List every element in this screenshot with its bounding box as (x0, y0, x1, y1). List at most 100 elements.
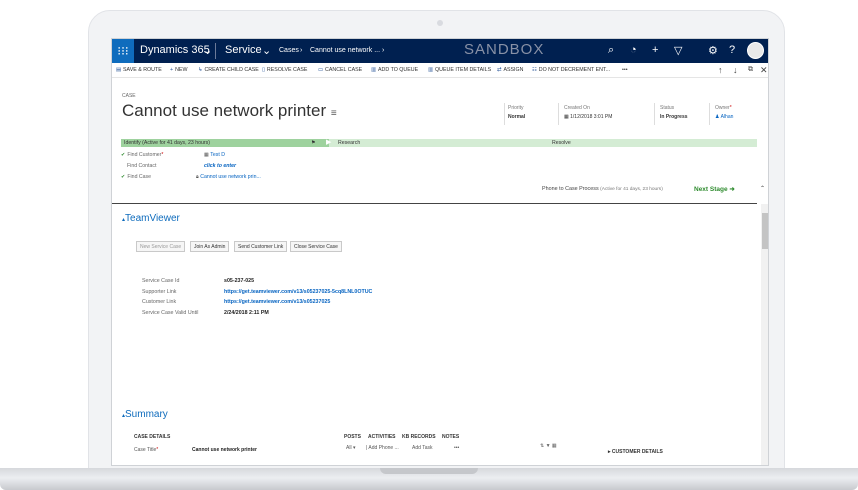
find-case-value[interactable]: 🔒︎ Cannot use network prin... (196, 174, 261, 181)
laptop-notch (380, 468, 478, 474)
resolve-case-button[interactable]: ▯ RESOLVE CASE (262, 67, 307, 73)
plus-icon[interactable]: + (652, 44, 658, 56)
child-case-icon: ↳ (198, 67, 203, 73)
priority-field: Priority Normal (508, 105, 526, 120)
save-route-button[interactable]: ▤ SAVE & ROUTE (116, 67, 162, 73)
owner-link[interactable]: ♟ Alhan (715, 114, 733, 120)
lock-icon: 🔒︎ (196, 174, 199, 180)
close-service-case-button[interactable]: Close Service Case (290, 241, 342, 252)
help-icon[interactable]: ? (729, 44, 735, 56)
flag-icon[interactable]: ⚑ (311, 140, 316, 146)
active-stage-label: Identify (Active for 41 days, 23 hours) (124, 140, 210, 146)
breadcrumb-separator[interactable]: › (382, 47, 384, 54)
page-title: Cannot use network printer ≡ (122, 101, 337, 120)
breadcrumb-entity[interactable]: Cases (279, 47, 299, 54)
history-icon[interactable]: ◔ (630, 44, 637, 56)
screen: ⁝⁝⁝ Dynamics 365 ⌄ Service ⌄ Cases › Can… (111, 38, 769, 466)
queue-item-details-button[interactable]: ▥ QUEUE ITEM DETAILS (428, 67, 491, 73)
queue-icon: ▥ (371, 67, 377, 73)
new-button[interactable]: + NEW (170, 67, 187, 73)
next-stage-button[interactable]: Next Stage ➜ (694, 185, 735, 193)
arrow-right-circle-icon: ➜ (729, 186, 735, 193)
step-find-customer: ✔ Find Customer* (121, 152, 164, 158)
case-details-heading: CASE DETAILS (134, 434, 171, 440)
area-chevron-icon[interactable]: ⌄ (262, 44, 271, 57)
gear-icon[interactable]: ⚙ (708, 44, 718, 57)
resolve-icon: ▯ (262, 67, 265, 73)
assign-button[interactable]: ⇄ ASSIGN (497, 67, 523, 73)
list-icon[interactable]: ≡ (331, 108, 337, 119)
assign-icon: ⇄ (497, 67, 502, 73)
stage-arrow-icon: ▶ (326, 139, 332, 146)
environment-label: SANDBOX (464, 41, 545, 58)
breadcrumb-record[interactable]: Cannot use network ... (310, 47, 380, 54)
app-launcher-icon[interactable]: ⁝⁝⁝ (112, 39, 134, 63)
activities-filter[interactable]: All ▾ (346, 445, 355, 451)
customer-details-heading: ▸ CUSTOMER DETAILS (608, 449, 663, 455)
summary-section-title[interactable]: ▴Summary (122, 409, 168, 420)
header-divider (558, 103, 559, 125)
customer-link-label: Customer Link (142, 299, 177, 305)
header-divider (654, 103, 655, 125)
tab-posts[interactable]: POSTS (344, 434, 361, 440)
person-icon: ♟ (715, 114, 720, 120)
case-title-value[interactable]: Cannot use network printer (192, 447, 257, 453)
arrow-down-icon[interactable]: ↓ (733, 65, 738, 75)
filter-icon[interactable]: ▽ (674, 44, 682, 57)
close-icon[interactable]: ✕ (760, 65, 768, 76)
chevron-up-icon[interactable]: ⌃ (760, 185, 765, 192)
sort-filter-icons[interactable]: ⇅ ▼ ▦ (540, 443, 557, 449)
supporter-link-label: Supporter Link (142, 289, 177, 295)
scrollbar-thumb[interactable] (762, 213, 768, 249)
new-service-case-button[interactable]: New Service Case (136, 241, 186, 252)
create-child-case-button[interactable]: ↳ CREATE CHILD CASE (198, 67, 259, 73)
plus-icon: + (170, 67, 174, 73)
user-avatar[interactable] (747, 42, 764, 59)
section-divider (112, 203, 757, 204)
more-activities-button[interactable]: ••• (454, 445, 459, 451)
valid-until-label: Service Case Valid Until (142, 310, 199, 316)
more-commands-button[interactable]: ••• (622, 67, 628, 73)
chevron-down-icon: ▾ (352, 445, 356, 451)
tab-activities[interactable]: ACTIVITIES (368, 434, 396, 440)
area-name[interactable]: Service (225, 44, 262, 56)
breadcrumb-separator: › (300, 47, 303, 54)
arrow-up-icon[interactable]: ↑ (718, 65, 723, 75)
checkmark-icon: ✔ (121, 152, 126, 158)
cancel-icon: ▭ (318, 67, 324, 73)
find-customer-value[interactable]: ▦ Test D (204, 152, 225, 158)
header-divider (709, 103, 710, 125)
app-chevron-icon[interactable]: ⌄ (203, 44, 212, 57)
add-task-button[interactable]: Add Task (412, 445, 432, 451)
save-icon: ▤ (116, 67, 122, 73)
popout-icon[interactable]: ⧉ (748, 66, 753, 74)
cancel-case-button[interactable]: ▭ CANCEL CASE (318, 67, 362, 73)
send-customer-link-button[interactable]: Send Customer Link (234, 241, 288, 252)
checkmark-icon: ✔ (121, 174, 126, 180)
join-as-admin-button[interactable]: Join As Admin (190, 241, 230, 252)
tab-kb-records[interactable]: KB RECORDS (402, 434, 436, 440)
find-contact-input[interactable]: click to enter (204, 163, 236, 169)
supporter-link[interactable]: https://get.teamviewer.com/v13/s05237025… (224, 289, 372, 295)
add-to-queue-button[interactable]: ▥ ADD TO QUEUE (371, 67, 418, 73)
add-phone-button[interactable]: | Add Phone ... (366, 445, 399, 451)
process-stages-remaining (329, 139, 757, 147)
camera-dot (437, 20, 443, 26)
valid-until-value: 2/24/2018 2:11 PM (224, 310, 269, 316)
search-icon[interactable]: ⌕ (608, 44, 614, 57)
command-bar: ▤ SAVE & ROUTE + NEW ↳ CREATE CHILD CASE ▯ R… (112, 63, 768, 78)
service-case-id-label: Service Case Id (142, 278, 180, 284)
account-icon: ▦ (204, 152, 209, 158)
top-nav-bar: ⁝⁝⁝ Dynamics 365 ⌄ Service ⌄ Cases › Can… (112, 39, 768, 63)
teamviewer-section-title[interactable]: ▴TeamViewer (122, 213, 180, 224)
stage-resolve[interactable]: Resolve (552, 140, 571, 146)
app-name[interactable]: Dynamics 365 (140, 44, 210, 56)
customer-link[interactable]: https://get.teamviewer.com/v13/s05237025 (224, 299, 330, 305)
do-not-decrement-button[interactable]: ☷ DO NOT DECREMENT ENT... (532, 67, 610, 73)
owner-field: Owner* ♟ Alhan (715, 105, 734, 120)
stage-research[interactable]: Research (338, 140, 360, 146)
header-divider (504, 103, 505, 125)
created-on-field: Created On ▦ 1/12/2018 3:01 PM (564, 105, 613, 120)
tab-notes[interactable]: NOTES (442, 434, 459, 440)
step-find-case: ✔ Find Case (121, 174, 152, 180)
